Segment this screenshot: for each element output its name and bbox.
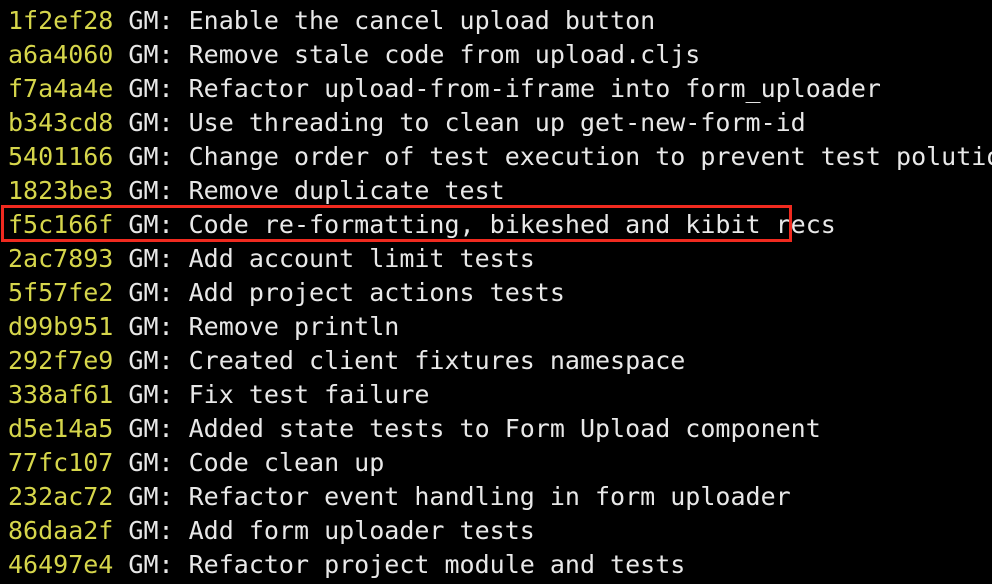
commit-message: GM: Created client fixtures namespace [113, 346, 686, 375]
commit-hash: 5401166 [8, 142, 114, 171]
commit-hash: 1823be3 [8, 176, 114, 205]
commit-message: GM: Added state tests to Form Upload com… [113, 414, 821, 443]
commit-message: GM: Refactor upload-from-iframe into for… [113, 74, 881, 103]
commit-hash: 2ac7893 [8, 244, 114, 273]
commit-hash: b343cd8 [8, 108, 114, 137]
commit-line: 2ac7893 GM: Add account limit tests [8, 242, 535, 276]
commit-line: a6a4060 GM: Remove stale code from uploa… [8, 38, 700, 72]
commit-line: 1f2ef28 GM: Enable the cancel upload but… [8, 4, 655, 38]
commit-hash: 292f7e9 [8, 346, 114, 375]
commit-line: b343cd8 GM: Use threading to clean up ge… [8, 106, 806, 140]
commit-line: 292f7e9 GM: Created client fixtures name… [8, 344, 685, 378]
commit-hash: 232ac72 [8, 482, 114, 511]
commit-hash: 46497e4 [8, 550, 114, 579]
commit-message: GM: Remove stale code from upload.cljs [113, 40, 701, 69]
commit-line: 5f57fe2 GM: Add project actions tests [8, 276, 565, 310]
commit-line: 5401166 GM: Change order of test executi… [8, 140, 992, 174]
commit-hash: 77fc107 [8, 448, 114, 477]
commit-message: GM: Fix test failure [113, 380, 430, 409]
commit-line: 77fc107 GM: Code clean up [8, 446, 384, 480]
commit-line: d5e14a5 GM: Added state tests to Form Up… [8, 412, 821, 446]
commit-message: GM: Change order of test execution to pr… [113, 142, 992, 171]
commit-message: GM: Add project actions tests [113, 278, 565, 307]
commit-message: GM: Enable the cancel upload button [113, 6, 656, 35]
commit-line: d99b951 GM: Remove println [8, 310, 399, 344]
commit-hash: 1f2ef28 [8, 6, 114, 35]
terminal-output: 1f2ef28 GM: Enable the cancel upload but… [0, 0, 992, 584]
commit-message: GM: Remove duplicate test [113, 176, 505, 205]
commit-line: 232ac72 GM: Refactor event handling in f… [8, 480, 791, 514]
commit-line: f7a4a4e GM: Refactor upload-from-iframe … [8, 72, 881, 106]
commit-message: GM: Remove println [113, 312, 400, 341]
commit-line: 1823be3 GM: Remove duplicate test [8, 174, 505, 208]
commit-hash: 5f57fe2 [8, 278, 114, 307]
commit-message: GM: Code clean up [113, 448, 385, 477]
commit-hash: a6a4060 [8, 40, 114, 69]
commit-message: GM: Refactor event handling in form uplo… [113, 482, 791, 511]
commit-message: GM: Add account limit tests [113, 244, 535, 273]
commit-message: GM: Add form uploader tests [113, 516, 535, 545]
commit-hash: 338af61 [8, 380, 114, 409]
commit-hash: f7a4a4e [8, 74, 114, 103]
highlight-box [1, 205, 792, 242]
commit-hash: 86daa2f [8, 516, 114, 545]
commit-line: 338af61 GM: Fix test failure [8, 378, 429, 412]
commit-message: GM: Refactor project module and tests [113, 550, 686, 579]
commit-hash: d5e14a5 [8, 414, 114, 443]
commit-message: GM: Use threading to clean up get-new-fo… [113, 108, 806, 137]
commit-line: 86daa2f GM: Add form uploader tests [8, 514, 535, 548]
commit-line: 46497e4 GM: Refactor project module and … [8, 548, 685, 582]
commit-hash: d99b951 [8, 312, 114, 341]
